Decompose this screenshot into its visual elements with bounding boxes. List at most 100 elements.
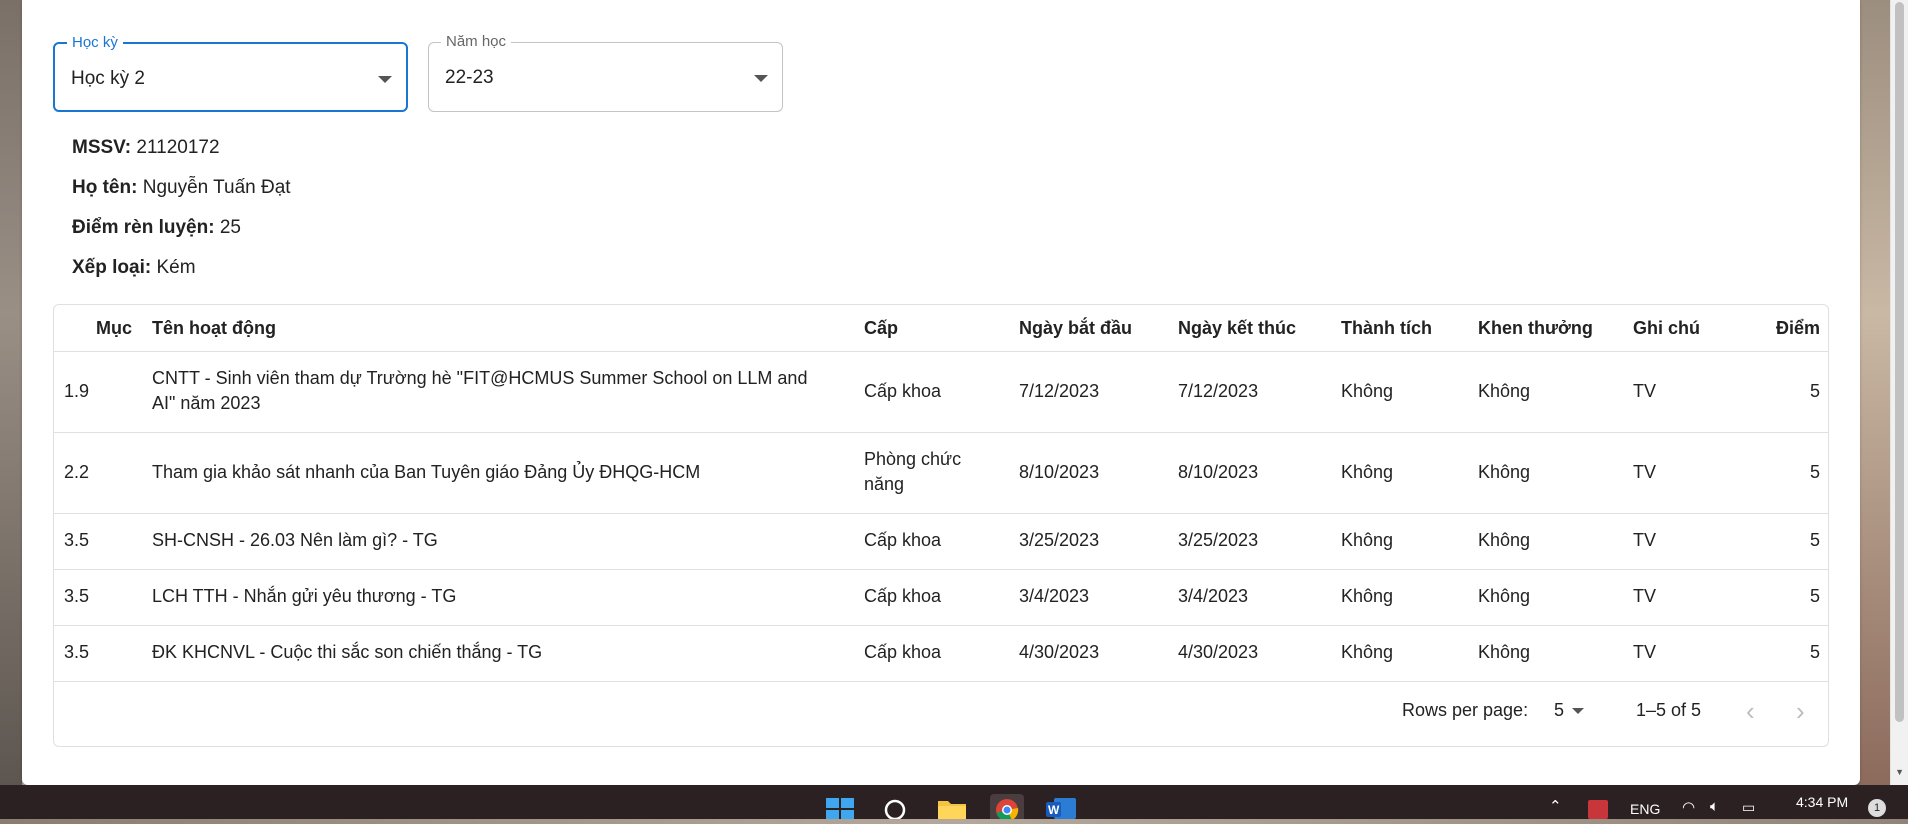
- cell-level: Cấp khoa: [864, 586, 942, 606]
- cell-end-date: 4/30/2023: [1178, 642, 1259, 662]
- chevron-down-icon[interactable]: [1572, 708, 1584, 714]
- year-select[interactable]: Năm học 22-23: [428, 34, 783, 112]
- student-id-label: MSSV:: [72, 137, 132, 158]
- student-id: MSSV: 21120172: [72, 137, 220, 159]
- semester-select-value: Học kỳ 2: [71, 68, 145, 89]
- cell-note: TV: [1633, 462, 1657, 482]
- scrollbar-thumb[interactable]: [1895, 2, 1904, 722]
- file-explorer-icon[interactable]: [937, 798, 967, 819]
- header-muc[interactable]: Mục: [96, 316, 132, 341]
- cell-note: TV: [1633, 530, 1657, 550]
- header-points[interactable]: Điểm: [1776, 316, 1820, 341]
- cell-achievement: Không: [1341, 642, 1394, 662]
- background-left: [0, 0, 22, 785]
- page-scrollbar[interactable]: ▼: [1890, 0, 1908, 785]
- cell-level: Cấp khoa: [864, 381, 942, 401]
- table-row: 3.5 SH-CNSH - 26.03 Nên làm gì? - TG Cấp…: [54, 514, 1828, 570]
- table-row: 1.9 CNTT - Sinh viên tham dự Trường hè "…: [54, 352, 1828, 433]
- cell-activity-name: CNTT - Sinh viên tham dự Trường hè "FIT@…: [152, 368, 808, 413]
- semester-select-label: Học kỳ: [67, 35, 123, 51]
- cell-note: TV: [1633, 586, 1657, 606]
- table-row: 2.2 Tham gia khảo sát nhanh của Ban Tuyê…: [54, 433, 1828, 514]
- cell-note: TV: [1633, 381, 1657, 401]
- table-header-row: Mục Tên hoạt động Cấp Ngày bắt đầu Ngày …: [54, 305, 1828, 352]
- header-end-date[interactable]: Ngày kết thúc: [1178, 316, 1296, 341]
- cell-end-date: 3/25/2023: [1178, 530, 1259, 550]
- cell-start-date: 7/12/2023: [1019, 381, 1100, 401]
- header-achievement[interactable]: Thành tích: [1341, 316, 1432, 341]
- cell-level: Cấp khoa: [864, 530, 942, 550]
- cell-achievement: Không: [1341, 530, 1394, 550]
- header-activity-name[interactable]: Tên hoạt động: [152, 316, 276, 341]
- chevron-down-icon: [378, 76, 392, 83]
- cell-start-date: 3/25/2023: [1019, 530, 1100, 550]
- cell-muc: 3.5: [64, 586, 90, 606]
- cell-end-date: 3/4/2023: [1178, 586, 1249, 606]
- cell-points: 5: [1809, 530, 1820, 550]
- cell-points: 5: [1809, 381, 1820, 401]
- year-select-value: 22-23: [445, 67, 494, 88]
- cell-reward: Không: [1478, 642, 1531, 662]
- cell-level: Phòng chức năng: [864, 449, 962, 494]
- previous-page-button[interactable]: ‹: [1746, 698, 1755, 724]
- cell-reward: Không: [1478, 381, 1531, 401]
- cell-achievement: Không: [1341, 586, 1394, 606]
- windows-taskbar: W ⌃ ENG ◠ 🔈︎ ▭ 4:34 PM 1: [0, 785, 1908, 822]
- cell-muc: 2.2: [64, 462, 90, 482]
- header-reward[interactable]: Khen thưởng: [1478, 316, 1593, 341]
- cell-level: Cấp khoa: [864, 642, 942, 662]
- cell-activity-name: SH-CNSH - 26.03 Nên làm gì? - TG: [152, 530, 438, 550]
- main-panel: Học kỳ Học kỳ 2 Năm học 22-23 MSSV: 2112…: [22, 0, 1860, 785]
- cell-start-date: 4/30/2023: [1019, 642, 1100, 662]
- student-name-value: Nguyễn Tuấn Đạt: [142, 177, 291, 198]
- conduct-score-value: 25: [219, 217, 241, 238]
- conduct-rank-label: Xếp loại:: [72, 257, 152, 278]
- student-name: Họ tên: Nguyễn Tuấn Đạt: [72, 177, 291, 199]
- language-indicator[interactable]: ENG: [1630, 801, 1660, 817]
- scroll-down-arrow-icon[interactable]: ▼: [1895, 767, 1904, 777]
- table-pagination: Rows per page: 5 1–5 of 5 ‹ ›: [54, 680, 1828, 746]
- pagination-range: 1–5 of 5: [1636, 700, 1702, 720]
- semester-select[interactable]: Học kỳ Học kỳ 2: [53, 35, 408, 112]
- wifi-icon[interactable]: ◠: [1682, 798, 1695, 816]
- notification-badge[interactable]: 1: [1868, 799, 1886, 817]
- student-name-label: Họ tên:: [72, 177, 138, 198]
- conduct-score: Điểm rèn luyện: 25: [72, 217, 241, 239]
- conduct-rank: Xếp loại: Kém: [72, 257, 196, 279]
- cell-activity-name: LCH TTH - Nhắn gửi yêu thương - TG: [152, 586, 457, 606]
- cell-end-date: 8/10/2023: [1178, 462, 1259, 482]
- windows-start-icon[interactable]: [826, 798, 854, 819]
- cell-end-date: 7/12/2023: [1178, 381, 1259, 401]
- cell-muc: 1.9: [64, 381, 90, 401]
- word-icon[interactable]: W: [1046, 798, 1076, 819]
- header-start-date[interactable]: Ngày bắt đầu: [1019, 316, 1132, 341]
- table-row: 3.5 ĐK KHCNVL - Cuộc thi sắc son chiến t…: [54, 626, 1828, 682]
- rows-per-page-select[interactable]: 5: [1554, 700, 1564, 721]
- cell-activity-name: Tham gia khảo sát nhanh của Ban Tuyên gi…: [152, 462, 701, 482]
- clock-time[interactable]: 4:34 PM: [1796, 794, 1848, 810]
- cell-note: TV: [1633, 642, 1657, 662]
- table-row: 3.5 LCH TTH - Nhắn gửi yêu thương - TG C…: [54, 570, 1828, 626]
- year-select-label: Năm học: [441, 34, 512, 50]
- conduct-score-label: Điểm rèn luyện:: [72, 217, 215, 238]
- cell-reward: Không: [1478, 586, 1531, 606]
- cell-achievement: Không: [1341, 462, 1394, 482]
- cell-achievement: Không: [1341, 381, 1394, 401]
- student-id-value: 21120172: [136, 137, 220, 158]
- cell-muc: 3.5: [64, 530, 90, 550]
- search-icon[interactable]: [883, 798, 909, 821]
- svg-text:W: W: [1048, 803, 1060, 817]
- volume-icon[interactable]: 🔈︎: [1710, 798, 1719, 815]
- rows-per-page-label: Rows per page:: [1402, 700, 1529, 720]
- header-level[interactable]: Cấp: [864, 316, 898, 341]
- battery-icon[interactable]: ▭: [1742, 799, 1755, 816]
- antivirus-tray-icon[interactable]: [1588, 800, 1608, 819]
- chevron-up-icon[interactable]: ⌃: [1549, 797, 1562, 815]
- header-note[interactable]: Ghi chú: [1633, 316, 1700, 341]
- cell-points: 5: [1809, 642, 1820, 662]
- cell-reward: Không: [1478, 530, 1531, 550]
- next-page-button[interactable]: ›: [1796, 698, 1805, 724]
- chevron-down-icon: [754, 75, 768, 82]
- chrome-icon[interactable]: [990, 794, 1024, 822]
- activities-table: Mục Tên hoạt động Cấp Ngày bắt đầu Ngày …: [53, 304, 1829, 747]
